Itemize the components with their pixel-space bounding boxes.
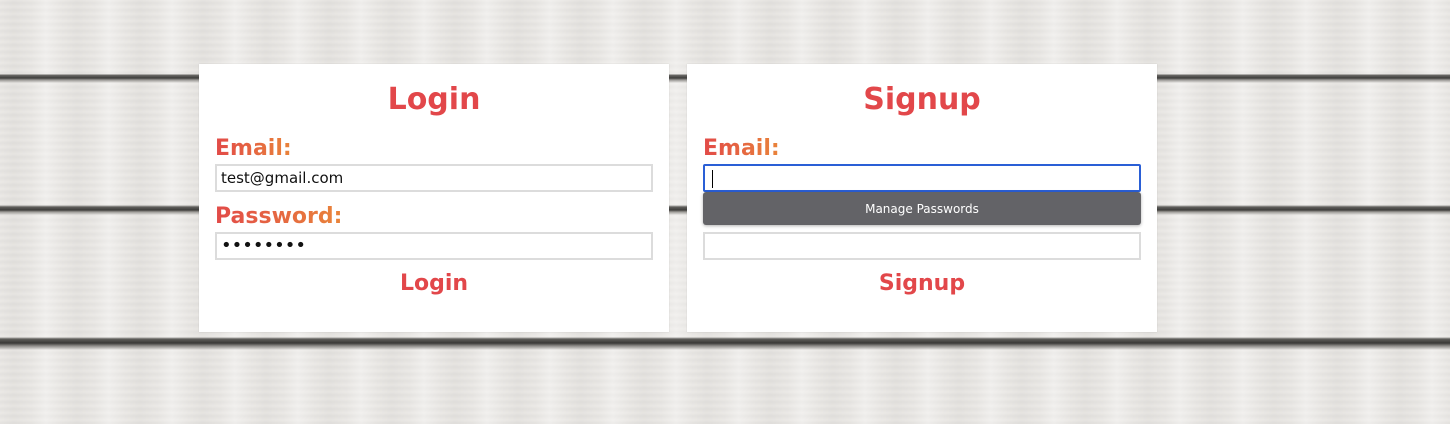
login-password-input[interactable]: •••••••• <box>215 232 653 260</box>
login-button[interactable]: Login <box>199 270 669 297</box>
signup-password-input[interactable] <box>703 232 1141 260</box>
login-email-input[interactable] <box>215 164 653 192</box>
signup-button[interactable]: Signup <box>687 270 1157 297</box>
login-password-label: Password: <box>215 204 343 229</box>
login-email-label: Email: <box>215 136 292 161</box>
signup-email-label: Email: <box>703 136 780 161</box>
login-title: Login <box>387 82 481 117</box>
login-card: Login Email: Password: •••••••• Login <box>199 64 669 332</box>
manage-passwords-popup[interactable]: Manage Passwords <box>703 192 1141 225</box>
signup-email-input[interactable] <box>703 164 1141 192</box>
text-caret <box>712 170 713 188</box>
signup-title: Signup <box>863 82 981 117</box>
